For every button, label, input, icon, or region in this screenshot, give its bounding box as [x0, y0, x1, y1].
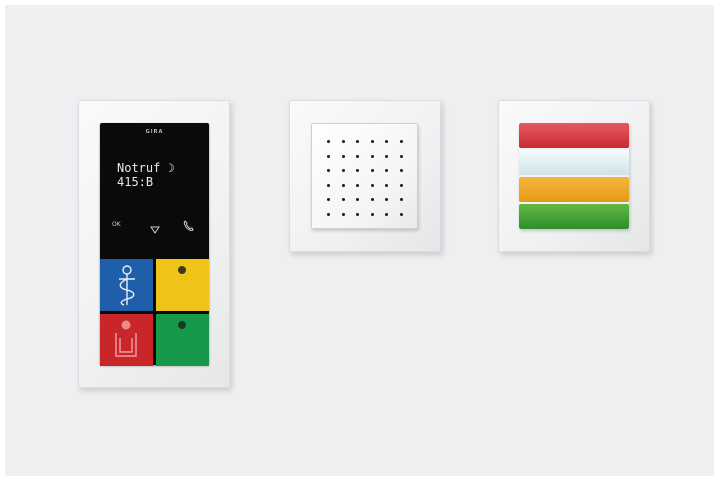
grille-hole — [370, 154, 374, 158]
grille-hole — [399, 169, 403, 172]
grille-hole — [341, 154, 345, 158]
grille-hole — [341, 169, 345, 172]
lcd-display: Notruf ☽ 415:B — [117, 161, 192, 193]
grille-hole — [399, 198, 403, 201]
speaker-grille — [311, 123, 418, 229]
triangle-down-icon[interactable] — [150, 220, 160, 234]
display-line-1: Notruf ☽ — [117, 161, 175, 175]
grille-hole — [399, 140, 403, 143]
grille-hole — [356, 183, 359, 187]
indicator-dot-icon — [178, 321, 186, 329]
grille-hole — [385, 198, 388, 201]
grille-hole — [385, 140, 388, 143]
function-keys — [100, 259, 209, 366]
grille-hole — [327, 183, 330, 187]
grille-hole — [327, 169, 330, 172]
key-green[interactable] — [156, 314, 209, 366]
grille-hole — [327, 154, 330, 158]
display-line-2: 415:B — [117, 175, 154, 189]
status-light — [519, 123, 629, 229]
grille-hole — [356, 154, 359, 158]
grille-hole — [385, 183, 388, 187]
grille-hole — [341, 183, 345, 187]
grille-hole — [356, 212, 359, 216]
key-yellow[interactable] — [156, 259, 209, 311]
grille-hole — [399, 183, 403, 187]
grille-hole — [399, 154, 403, 158]
grille-hole — [356, 140, 359, 143]
grille-hole — [341, 212, 345, 216]
grille-hole — [341, 140, 345, 143]
indicator-dot-icon — [178, 266, 186, 274]
grille-hole — [385, 154, 388, 158]
grille-hole — [327, 140, 330, 143]
grille-hole — [370, 169, 374, 172]
key-medical[interactable] — [100, 259, 153, 311]
light-bar-red — [519, 123, 629, 148]
light-bar-green — [519, 204, 629, 229]
grille-hole — [370, 212, 374, 216]
control-row: OK — [100, 218, 209, 234]
grille-hole — [356, 169, 359, 172]
grille-hole — [370, 140, 374, 143]
grille-hole — [399, 212, 403, 216]
grille-hole — [370, 183, 374, 187]
grille-hole — [385, 212, 388, 216]
light-bar-white — [519, 150, 629, 175]
light-bar-orange — [519, 177, 629, 202]
grille-hole — [356, 198, 359, 201]
key-presence[interactable] — [100, 314, 153, 366]
grille-hole — [327, 198, 330, 201]
grille-hole — [327, 212, 330, 216]
ok-button[interactable]: OK — [112, 221, 121, 228]
brand-logo: GIRA — [145, 129, 164, 135]
grille-hole — [370, 198, 374, 201]
grille-hole — [341, 198, 345, 201]
grille-hole — [385, 169, 388, 172]
phone-handset-icon[interactable] — [182, 218, 196, 232]
